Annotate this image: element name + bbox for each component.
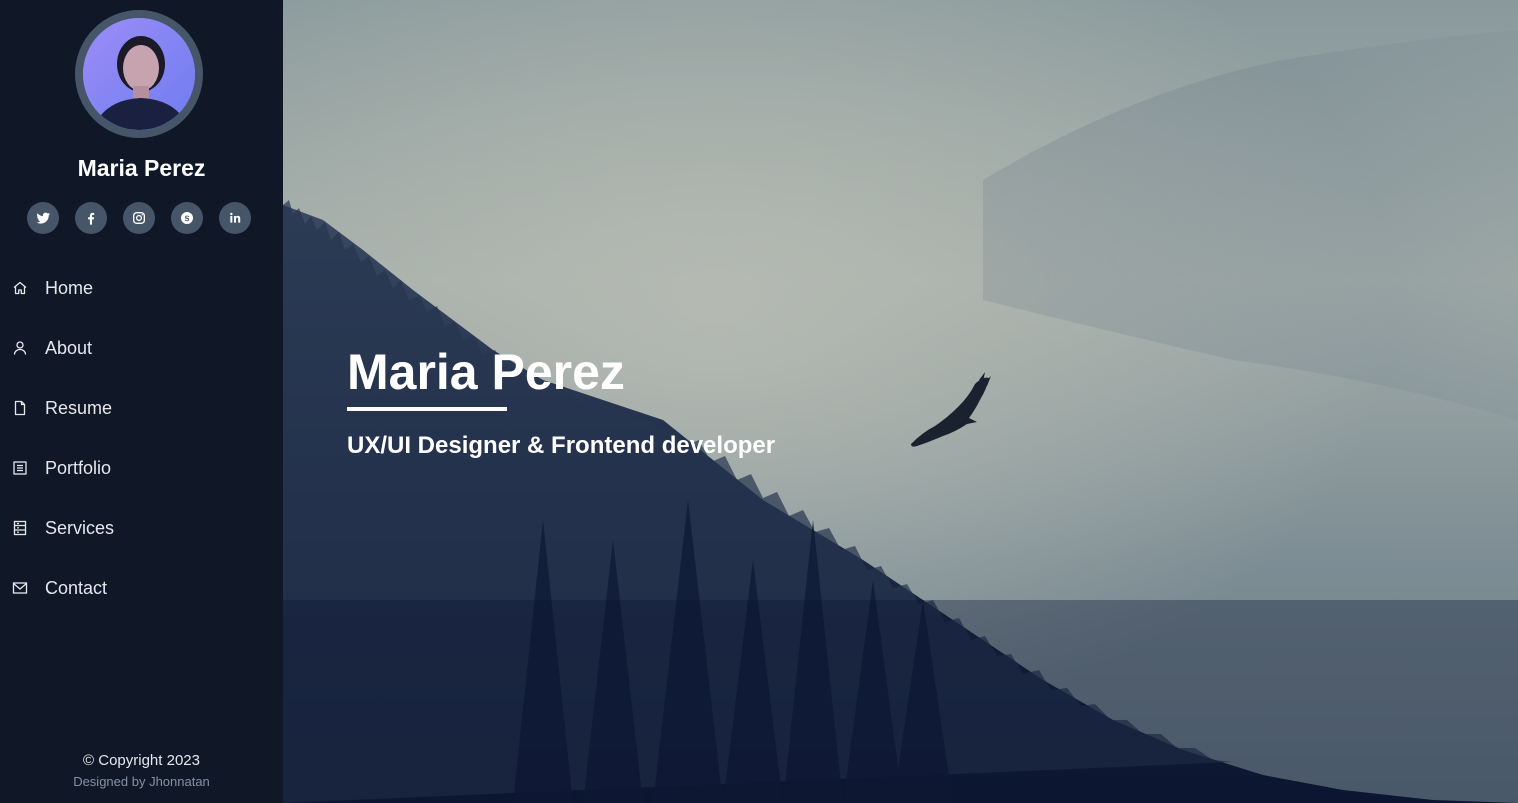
sidebar-footer: © Copyright 2023 Designed by Jhonnatan (0, 751, 283, 793)
nav-item-services[interactable]: Services (0, 498, 283, 558)
avatar (75, 10, 203, 138)
app-root: Maria Perez Home About Resume Portfolio … (0, 0, 1518, 803)
server-icon (11, 519, 29, 537)
file-icon (11, 399, 29, 417)
nav-label: Portfolio (45, 457, 112, 478)
facebook-button[interactable] (75, 202, 107, 234)
nav-item-contact[interactable]: Contact (0, 558, 283, 618)
sidebar-nav: Home About Resume Portfolio Services Con… (0, 258, 283, 618)
designed-by-text: Designed by Jhonnatan (73, 774, 210, 789)
hero-subtitle: UX/UI Designer & Frontend developer (347, 432, 776, 459)
skype-button[interactable] (171, 202, 203, 234)
nav-item-about[interactable]: About (0, 318, 283, 378)
list-icon (11, 459, 29, 477)
hero-section: Maria Perez UX/UI Designer & Frontend de… (283, 0, 1518, 803)
title-underline (347, 407, 507, 411)
twitter-button[interactable] (27, 202, 59, 234)
portrait-photo (83, 18, 195, 130)
nav-label: Home (45, 277, 94, 298)
nav-label: About (45, 337, 93, 358)
copyright-text: © Copyright 2023 (83, 752, 200, 769)
profile-name: Maria Perez (77, 155, 206, 181)
nav-label: Services (45, 517, 115, 538)
social-links (27, 202, 251, 234)
nav-item-home[interactable]: Home (0, 258, 283, 318)
nav-label: Resume (45, 397, 113, 418)
hero-title: Maria Perez (347, 344, 625, 400)
instagram-icon (133, 212, 145, 224)
nav-item-portfolio[interactable]: Portfolio (0, 438, 283, 498)
facebook-icon (88, 212, 95, 225)
home-icon (11, 279, 29, 297)
nav-item-resume[interactable]: Resume (0, 378, 283, 438)
twitter-icon (36, 212, 51, 224)
nav-label: Contact (45, 577, 108, 598)
skype-icon (181, 212, 193, 224)
instagram-button[interactable] (123, 202, 155, 234)
envelope-icon (11, 579, 29, 597)
user-icon (11, 339, 29, 357)
sidebar: Maria Perez Home About Resume Portfolio … (0, 0, 283, 803)
linkedin-icon (230, 212, 241, 223)
linkedin-button[interactable] (219, 202, 251, 234)
